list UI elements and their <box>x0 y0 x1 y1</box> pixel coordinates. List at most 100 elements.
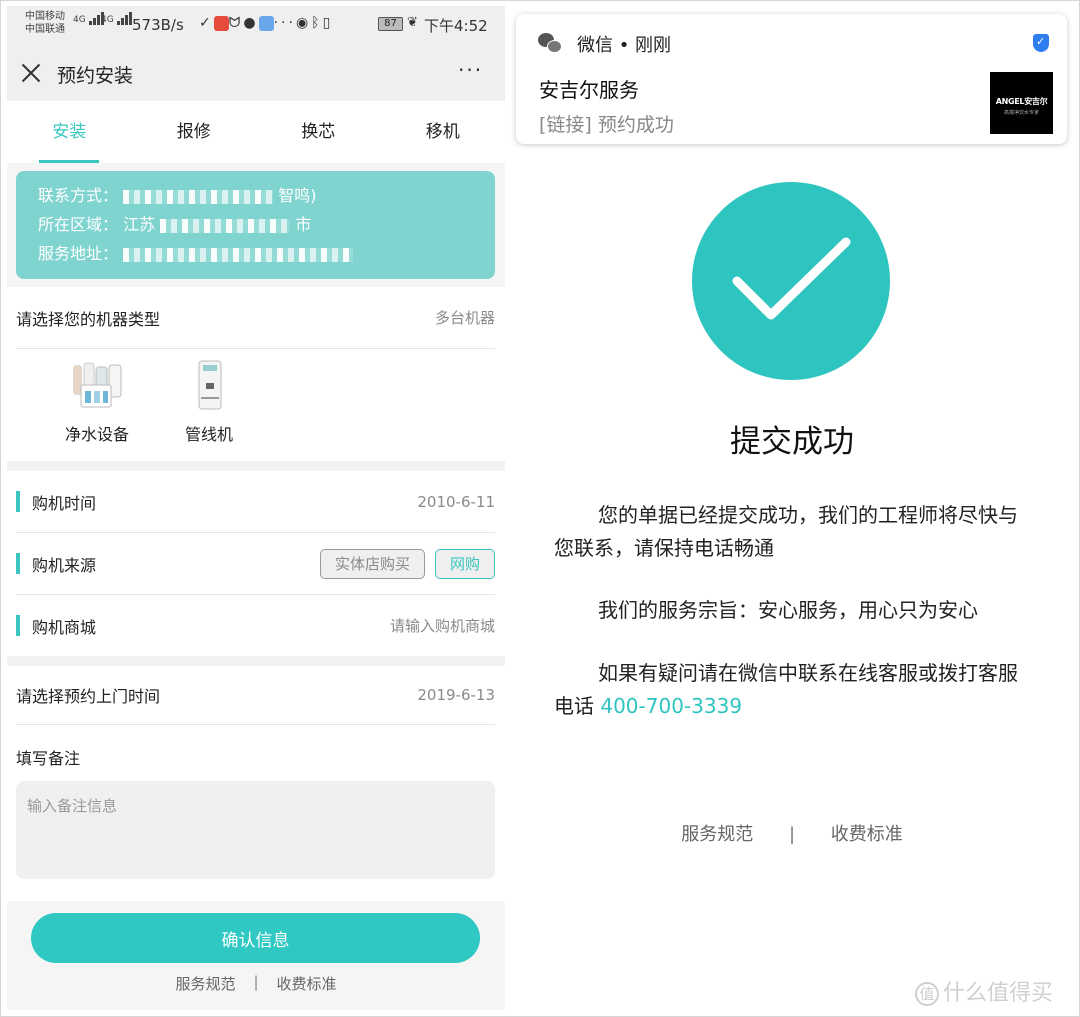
address-row: 服务地址： <box>38 239 495 268</box>
booking-screen: 中国移动 中国联通 4G 4G 573B/s ✓ ᗢ● ···◉ᛒ▯ 87 ❦ 下午… <box>7 6 505 1010</box>
close-icon[interactable] <box>21 63 41 83</box>
purchase-mall-input[interactable]: 请输入购机商城 <box>390 615 495 636</box>
tab-relocate[interactable]: 移机 <box>381 101 506 163</box>
gallery-icon <box>258 15 274 31</box>
pipeline-dispenser-icon <box>179 355 239 417</box>
purchase-mall-row[interactable]: 购机商城 请输入购机商城 <box>7 595 505 656</box>
tab-install[interactable]: 安装 <box>7 101 132 163</box>
footer-links: 服务规范 | 收费标准 <box>511 820 1073 846</box>
signal-2-label: 4G <box>101 15 114 25</box>
app-notification-icon <box>213 15 229 31</box>
contact-row: 联系方式： 智鸣) <box>38 181 495 210</box>
redacted-address <box>123 247 354 262</box>
machine-type-value[interactable]: 多台机器 <box>435 307 495 328</box>
machine-water-purifier[interactable]: 净水设备 <box>47 349 147 461</box>
visit-time-label: 请选择预约上门时间 <box>16 687 161 706</box>
watermark-logo-icon: 值 <box>915 982 939 1006</box>
fee-standard-link[interactable]: 收费标准 <box>277 973 337 994</box>
source-online-button[interactable]: 网购 <box>434 548 495 579</box>
footer-links: 服务规范 | 收费标准 <box>7 973 505 994</box>
region-row: 所在区域： 江苏 市 <box>38 210 495 239</box>
notification-body: [链接] 预约成功 <box>539 114 674 136</box>
clock: 下午4:52 <box>424 17 488 35</box>
redacted-contact <box>123 189 274 204</box>
service-tabs: 安装 报修 换芯 移机 <box>7 101 505 163</box>
watermark-text: 什么值得买 <box>943 981 1054 1006</box>
fee-standard-link[interactable]: 收费标准 <box>831 824 903 845</box>
page-title: 预约安装 <box>57 65 134 87</box>
logo-text: ANGEL安吉尔 <box>995 97 1048 106</box>
notes-textarea[interactable]: 输入备注信息 <box>16 781 495 879</box>
service-motto: 我们的服务宗旨：安心服务，用心只为安心 <box>598 598 978 622</box>
notification-title: 安吉尔服务 <box>539 78 639 102</box>
status-bar: 中国移动 中国联通 4G 4G 573B/s ✓ ᗢ● ···◉ᛒ▯ 87 ❦ 下午… <box>7 6 505 46</box>
purchase-time-value[interactable]: 2010-6-11 <box>417 493 495 511</box>
network-speed: 573B/s <box>132 16 184 34</box>
success-message: 您的单据已经提交成功，我们的工程师将尽快与您联系，请保持电话畅通 <box>554 503 1018 560</box>
angel-logo: ANGEL安吉尔 高端净饮水专家 <box>990 72 1053 134</box>
confirm-button[interactable]: 确认信息 <box>31 913 480 963</box>
service-rules-link[interactable]: 服务规范 <box>175 973 235 994</box>
success-check-icon <box>692 182 890 380</box>
logo-subtext: 高端净饮水专家 <box>1003 110 1039 116</box>
carrier-2: 中国联通 <box>25 24 65 35</box>
link-separator: | <box>788 824 796 845</box>
service-rules-link[interactable]: 服务规范 <box>681 824 753 845</box>
section-marker <box>16 491 20 512</box>
success-title: 提交成功 <box>730 424 854 460</box>
section-gap <box>7 461 505 471</box>
machine-type-row[interactable]: 请选择您的机器类型 多台机器 <box>7 287 505 348</box>
contact-label: 联系方式： <box>38 186 119 205</box>
battery-icon: 87 <box>378 17 403 31</box>
contact-value: 智鸣) <box>278 186 317 205</box>
tab-repair[interactable]: 报修 <box>132 101 257 163</box>
signal-2-icon: 4G <box>101 12 133 25</box>
more-menu-icon[interactable]: ··· <box>458 58 483 82</box>
purchase-time-row[interactable]: 购机时间 2010-6-11 <box>7 471 505 532</box>
cat-icon: ᗢ <box>228 15 244 31</box>
machine-list: 净水设备 管线机 <box>7 349 505 461</box>
region-value: 江苏 <box>123 215 156 234</box>
notes-label: 填写备注 <box>7 725 505 781</box>
region-label: 所在区域： <box>38 215 119 234</box>
success-screen: 微信 • 刚刚 安吉尔服务 [链接] 预约成功 ANGEL安吉尔 高端净饮水专家… <box>511 6 1073 1010</box>
notes-section: 输入备注信息 <box>7 781 505 901</box>
redacted-region <box>160 218 291 233</box>
notification-app-name: 微信 • 刚刚 <box>577 35 672 56</box>
status-icons: ✓ ᗢ● ···◉ᛒ▯ <box>199 15 333 31</box>
carrier-1: 中国移动 <box>25 11 65 22</box>
chat-bubble-icon: ● <box>243 15 259 31</box>
leaf-icon: ❦ <box>407 15 418 30</box>
source-offline-store-button[interactable]: 实体店购买 <box>319 548 425 579</box>
visit-time-value[interactable]: 2019-6-13 <box>417 686 495 704</box>
verified-shield-icon <box>1033 34 1049 52</box>
check-icon: ✓ <box>199 15 214 31</box>
eye-icon: ◉ <box>295 15 312 31</box>
ellipsis-icon: ··· <box>273 15 296 31</box>
signal-1-label: 4G <box>73 15 86 25</box>
hotline-link[interactable]: 400-700-3339 <box>600 694 742 718</box>
purchase-source-label: 购机来源 <box>32 555 97 575</box>
watermark: 值什么值得买 <box>915 975 1053 1007</box>
bluetooth-icon: ᛒ <box>311 15 323 31</box>
purchase-source-row: 购机来源 实体店购买 网购 <box>7 533 505 594</box>
bottom-actions: 确认信息 服务规范 | 收费标准 <box>7 901 505 994</box>
machine-name: 管线机 <box>184 425 233 444</box>
machine-type-label: 请选择您的机器类型 <box>16 309 161 329</box>
purchase-time-label: 购机时间 <box>32 493 97 513</box>
visit-section: 请选择预约上门时间 2019-6-13 <box>7 666 505 725</box>
wechat-notification[interactable]: 微信 • 刚刚 安吉尔服务 [链接] 预约成功 ANGEL安吉尔 高端净饮水专家 <box>516 14 1067 144</box>
tab-filter-change[interactable]: 换芯 <box>256 101 381 163</box>
visit-time-row[interactable]: 请选择预约上门时间 2019-6-13 <box>7 666 505 724</box>
vibrate-icon: ▯ <box>322 15 334 31</box>
contact-info-card[interactable]: 联系方式： 智鸣) 所在区域： 江苏 市 服务地址： <box>16 171 495 279</box>
region-value-end: 市 <box>295 215 312 234</box>
machine-pipeline-dispenser[interactable]: 管线机 <box>159 349 259 461</box>
machine-name: 净水设备 <box>64 425 129 444</box>
contact-hint: 如果有疑问请在微信中联系在线客服或拨打客服电话 400-700-3339 <box>554 657 1034 723</box>
water-purifier-set-icon <box>67 355 127 417</box>
purchase-mall-label: 购机商城 <box>32 617 97 637</box>
section-marker <box>16 553 20 574</box>
wechat-icon <box>538 33 562 55</box>
purchase-section: 购机时间 2010-6-11 购机来源 实体店购买 网购 购机商城 请输入购机商… <box>7 471 505 656</box>
